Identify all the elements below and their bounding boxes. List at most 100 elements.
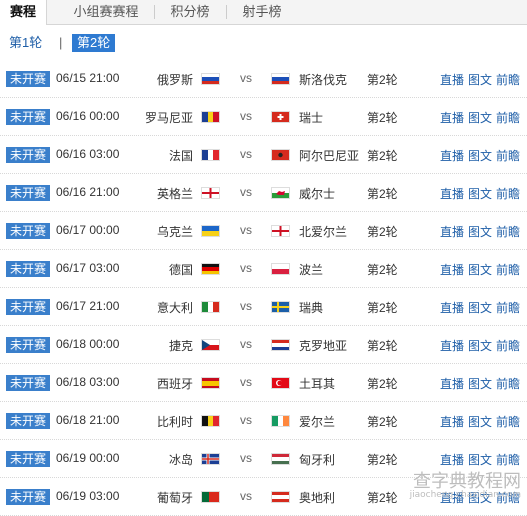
live-link[interactable]: 直播: [440, 261, 464, 278]
away-team: 阿尔巴尼亚: [299, 149, 360, 163]
slovakia-flag-icon: [271, 73, 290, 85]
match-time: 06/19 03:00: [56, 489, 120, 503]
match-status-badge[interactable]: 未开赛: [6, 109, 50, 125]
match-status-badge[interactable]: 未开赛: [6, 261, 50, 277]
match-status-badge[interactable]: 未开赛: [6, 223, 50, 239]
ireland-flag-icon: [271, 415, 290, 427]
match-status-badge[interactable]: 未开赛: [6, 147, 50, 163]
match-row: 未开赛 06/16 03:00 法国 vs 阿尔巴尼亚 第2轮 直播 图文 前瞻: [0, 136, 527, 174]
away-team: 波兰: [299, 263, 324, 277]
preview-link[interactable]: 前瞻: [496, 375, 520, 392]
match-row: 未开赛 06/17 21:00 意大利 vs 瑞典 第2轮 直播 图文 前瞻: [0, 288, 527, 326]
match-round: 第2轮: [367, 377, 398, 391]
text-live-link[interactable]: 图文: [468, 299, 492, 316]
northern-ireland-flag-icon: [271, 225, 290, 237]
preview-link[interactable]: 前瞻: [496, 223, 520, 240]
spain-flag-icon: [201, 377, 220, 389]
vs-label: vs: [240, 375, 252, 389]
wales-flag-icon: [271, 187, 290, 199]
tab-group-schedule[interactable]: 小组赛赛程: [58, 0, 154, 24]
match-status-badge[interactable]: 未开赛: [6, 451, 50, 467]
away-team: 克罗地亚: [299, 339, 348, 353]
preview-link[interactable]: 前瞻: [496, 413, 520, 430]
match-round: 第2轮: [367, 339, 398, 353]
round-selector: 第1轮 | 第2轮: [0, 25, 527, 60]
preview-link[interactable]: 前瞻: [496, 147, 520, 164]
text-live-link[interactable]: 图文: [468, 337, 492, 354]
match-status-badge[interactable]: 未开赛: [6, 299, 50, 315]
home-team: 罗马尼亚: [144, 111, 193, 125]
text-live-link[interactable]: 图文: [468, 413, 492, 430]
home-team: 意大利: [156, 301, 193, 315]
match-row: 未开赛 06/16 21:00 英格兰 vs 威尔士 第2轮 直播 图文 前瞻: [0, 174, 527, 212]
preview-link[interactable]: 前瞻: [496, 261, 520, 278]
match-row: 未开赛 06/18 00:00 捷克 vs 克罗地亚 第2轮 直播 图文 前瞻: [0, 326, 527, 364]
match-row: 未开赛 06/17 03:00 德国 vs 波兰 第2轮 直播 图文 前瞻: [0, 250, 527, 288]
poland-flag-icon: [271, 263, 290, 275]
italy-flag-icon: [201, 301, 220, 313]
home-team: 乌克兰: [156, 225, 193, 239]
austria-flag-icon: [271, 491, 290, 503]
text-live-link[interactable]: 图文: [468, 147, 492, 164]
vs-label: vs: [240, 109, 252, 123]
away-team: 土耳其: [299, 377, 336, 391]
away-team: 威尔士: [299, 187, 336, 201]
match-status-badge[interactable]: 未开赛: [6, 185, 50, 201]
match-status-badge[interactable]: 未开赛: [6, 375, 50, 391]
match-round: 第2轮: [367, 187, 398, 201]
preview-link[interactable]: 前瞻: [496, 451, 520, 468]
live-link[interactable]: 直播: [440, 375, 464, 392]
preview-link[interactable]: 前瞻: [496, 71, 520, 88]
vs-label: vs: [240, 71, 252, 85]
live-link[interactable]: 直播: [440, 223, 464, 240]
tab-top-scorers[interactable]: 射手榜: [234, 0, 290, 24]
live-link[interactable]: 直播: [440, 147, 464, 164]
match-time: 06/17 21:00: [56, 299, 120, 313]
round-2-button[interactable]: 第2轮: [72, 34, 116, 52]
match-time: 06/18 03:00: [56, 375, 120, 389]
tab-standings[interactable]: 积分榜: [162, 0, 218, 24]
text-live-link[interactable]: 图文: [468, 223, 492, 240]
home-team: 英格兰: [156, 187, 193, 201]
preview-link[interactable]: 前瞻: [496, 299, 520, 316]
ukraine-flag-icon: [201, 225, 220, 237]
live-link[interactable]: 直播: [440, 185, 464, 202]
away-team: 斯洛伐克: [299, 73, 348, 87]
live-link[interactable]: 直播: [440, 109, 464, 126]
text-live-link[interactable]: 图文: [468, 375, 492, 392]
belgium-flag-icon: [201, 415, 220, 427]
preview-link[interactable]: 前瞻: [496, 109, 520, 126]
match-row: 未开赛 06/18 21:00 比利时 vs 爱尔兰 第2轮 直播 图文 前瞻: [0, 402, 527, 440]
preview-link[interactable]: 前瞻: [496, 185, 520, 202]
live-link[interactable]: 直播: [440, 451, 464, 468]
away-team: 匈牙利: [299, 453, 336, 467]
turkey-flag-icon: [271, 377, 290, 389]
match-status-badge[interactable]: 未开赛: [6, 489, 50, 505]
match-status-badge[interactable]: 未开赛: [6, 337, 50, 353]
match-status-badge[interactable]: 未开赛: [6, 413, 50, 429]
vs-label: vs: [240, 185, 252, 199]
text-live-link[interactable]: 图文: [468, 451, 492, 468]
match-status-badge[interactable]: 未开赛: [6, 71, 50, 87]
match-row: 未开赛 06/17 00:00 乌克兰 vs 北爱尔兰 第2轮 直播 图文 前瞻: [0, 212, 527, 250]
preview-link[interactable]: 前瞻: [496, 337, 520, 354]
live-link[interactable]: 直播: [440, 337, 464, 354]
text-live-link[interactable]: 图文: [468, 109, 492, 126]
tab-schedule[interactable]: 赛程: [0, 0, 47, 25]
france-flag-icon: [201, 149, 220, 161]
live-link[interactable]: 直播: [440, 71, 464, 88]
text-live-link[interactable]: 图文: [468, 71, 492, 88]
match-round: 第2轮: [367, 225, 398, 239]
match-round: 第2轮: [367, 73, 398, 87]
vs-label: vs: [240, 147, 252, 161]
text-live-link[interactable]: 图文: [468, 261, 492, 278]
text-live-link[interactable]: 图文: [468, 185, 492, 202]
round-1-link[interactable]: 第1轮: [9, 34, 42, 52]
vs-label: vs: [240, 489, 252, 503]
russia-flag-icon: [201, 73, 220, 85]
match-time: 06/18 21:00: [56, 413, 120, 427]
live-link[interactable]: 直播: [440, 299, 464, 316]
match-round: 第2轮: [367, 491, 398, 505]
match-time: 06/18 00:00: [56, 337, 120, 351]
live-link[interactable]: 直播: [440, 413, 464, 430]
